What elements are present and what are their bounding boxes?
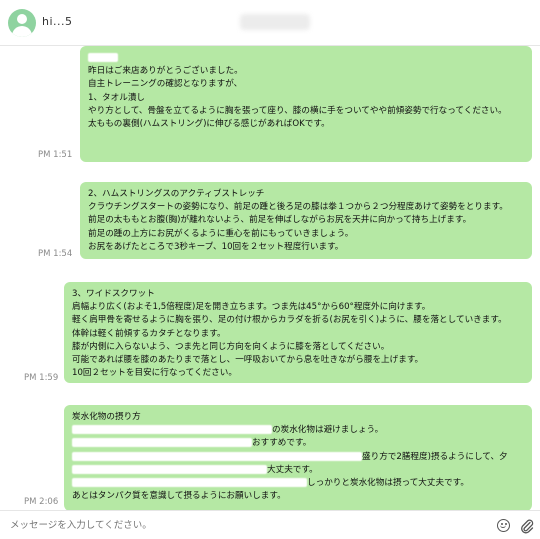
message-bubble[interactable]: 炭水化物の摂り方 の炭水化物は避けましょう。 おすすめです。 盛り方で2膳程度)… [64,405,532,510]
contact-name-text: hi...5 [42,15,73,28]
redacted-text [72,451,362,461]
message-bubble[interactable]: 3、ワイドスクワット 肩幅より広く(およそ1,5倍程度)足を開き立ちます。つま先… [64,282,532,383]
message-bubble[interactable]: 2、ハムストリングスのアクティブストレッチ クラウチングスタートの姿勢になり、前… [80,182,532,259]
message-line: 可能であれば腰を膝のあたりまで落とし、一呼吸おいてから息を吐きながら腰を上げます… [72,355,424,366]
message-line [88,52,524,65]
message-line-text: おすすめです。 [252,438,312,449]
message-composer [0,510,540,539]
paperclip-icon[interactable] [519,518,535,534]
avatar-body-shape [12,26,32,37]
message-line: 10回２セットを目安に行なってください。 [72,368,237,379]
message-line: の炭水化物は避けましょう。 [72,424,524,437]
message-timestamp: PM 1:51 [38,150,73,160]
message-line: しっかりと炭水化物は摂って大丈夫です。 [72,477,524,490]
message-timestamp: PM 2:06 [24,497,59,507]
message-line-text: しっかりと炭水化物は摂って大丈夫です。 [307,478,469,489]
message-line: 肩幅より広く(およそ1,5倍程度)足を開き立ちます。つま先は45°から60°程度… [72,302,431,313]
paperclip-icon-svg [521,519,534,534]
chat-header: hi...5 [0,0,540,46]
message-line: おすすめです。 [72,437,524,450]
user-avatar-icon[interactable] [8,9,36,37]
message-line-text: 大丈夫です。 [267,464,318,475]
smiley-mouth [500,525,506,528]
message-line: 軽く肩甲骨を寄せるように胸を張り、足の付け根からカラダを折る(お尻を引く)ように… [72,315,507,326]
message-line: 前足の太ももとお腹(胸)が離れないよう、前足を伸ばしながらお尻を天井に向かって持… [88,215,472,226]
message-line: 炭水化物の摂り方 [72,412,141,422]
contact-name[interactable]: hi...5 [42,15,73,28]
redacted-text [72,438,252,448]
message-line: 前足の踵の上方にお尻がくるように重心を前にもっていきましょう。 [88,228,354,239]
message-line: 3、ワイドスクワット [72,289,155,299]
message-line: 自主トレーニングの確認となりますが、 [88,79,243,90]
message-input[interactable] [10,517,480,534]
message-bubble[interactable]: 昨日はご来店ありがとうございました。 自主トレーニングの確認となりますが、 1、… [80,46,532,162]
message-line-text: の炭水化物は避けましょう。 [272,425,384,436]
message-line: 盛り方で2膳程度)摂るようにして、夕 [72,451,524,464]
message-line: お尻をあげたところで3秒キープ、10回を２セット程度行います。 [88,241,344,252]
message-timestamp: PM 1:54 [38,249,73,259]
message-line: 膝が内側に入らないよう、つま先と同じ方向を向くように膝を落としてください。 [72,341,390,352]
message-line: やり方として、骨盤を立てるように胸を張って座り、膝の横に手をついてやや前傾姿勢で… [88,105,507,116]
message-line: 1、タオル潰し [88,92,146,103]
redacted-text [72,478,307,488]
redacted-text [72,464,267,474]
message-line: 昨日はご来店ありがとうございました。 [88,66,243,77]
redacted-text [72,425,272,435]
message-list[interactable]: PM 1:51 昨日はご来店ありがとうございました。 自主トレーニングの確認とな… [0,46,540,510]
redacted-header-title [240,14,310,30]
message-line: あとはタンパク質を意識して摂るようにお願いします。 [72,491,286,502]
message-line-text: 盛り方で2膳程度)摂るようにして、夕 [362,451,508,462]
message-line: 大丈夫です。 [72,464,524,477]
message-line: 太ももの裏側(ハムストリング)に伸びる感じがあればOKです。 [88,119,330,130]
message-line: クラウチングスタートの姿勢になり、前足の踵と後ろ足の膝は拳１つから２つ分程度あけ… [88,202,508,213]
smiley-icon[interactable] [497,519,510,532]
message-line: 2、ハムストリングスのアクティブストレッチ [88,189,265,199]
message-timestamp: PM 1:59 [24,373,59,383]
avatar-head-shape [17,14,27,24]
message-line: 体幹は軽く前傾するカタチとなります。 [72,328,226,339]
